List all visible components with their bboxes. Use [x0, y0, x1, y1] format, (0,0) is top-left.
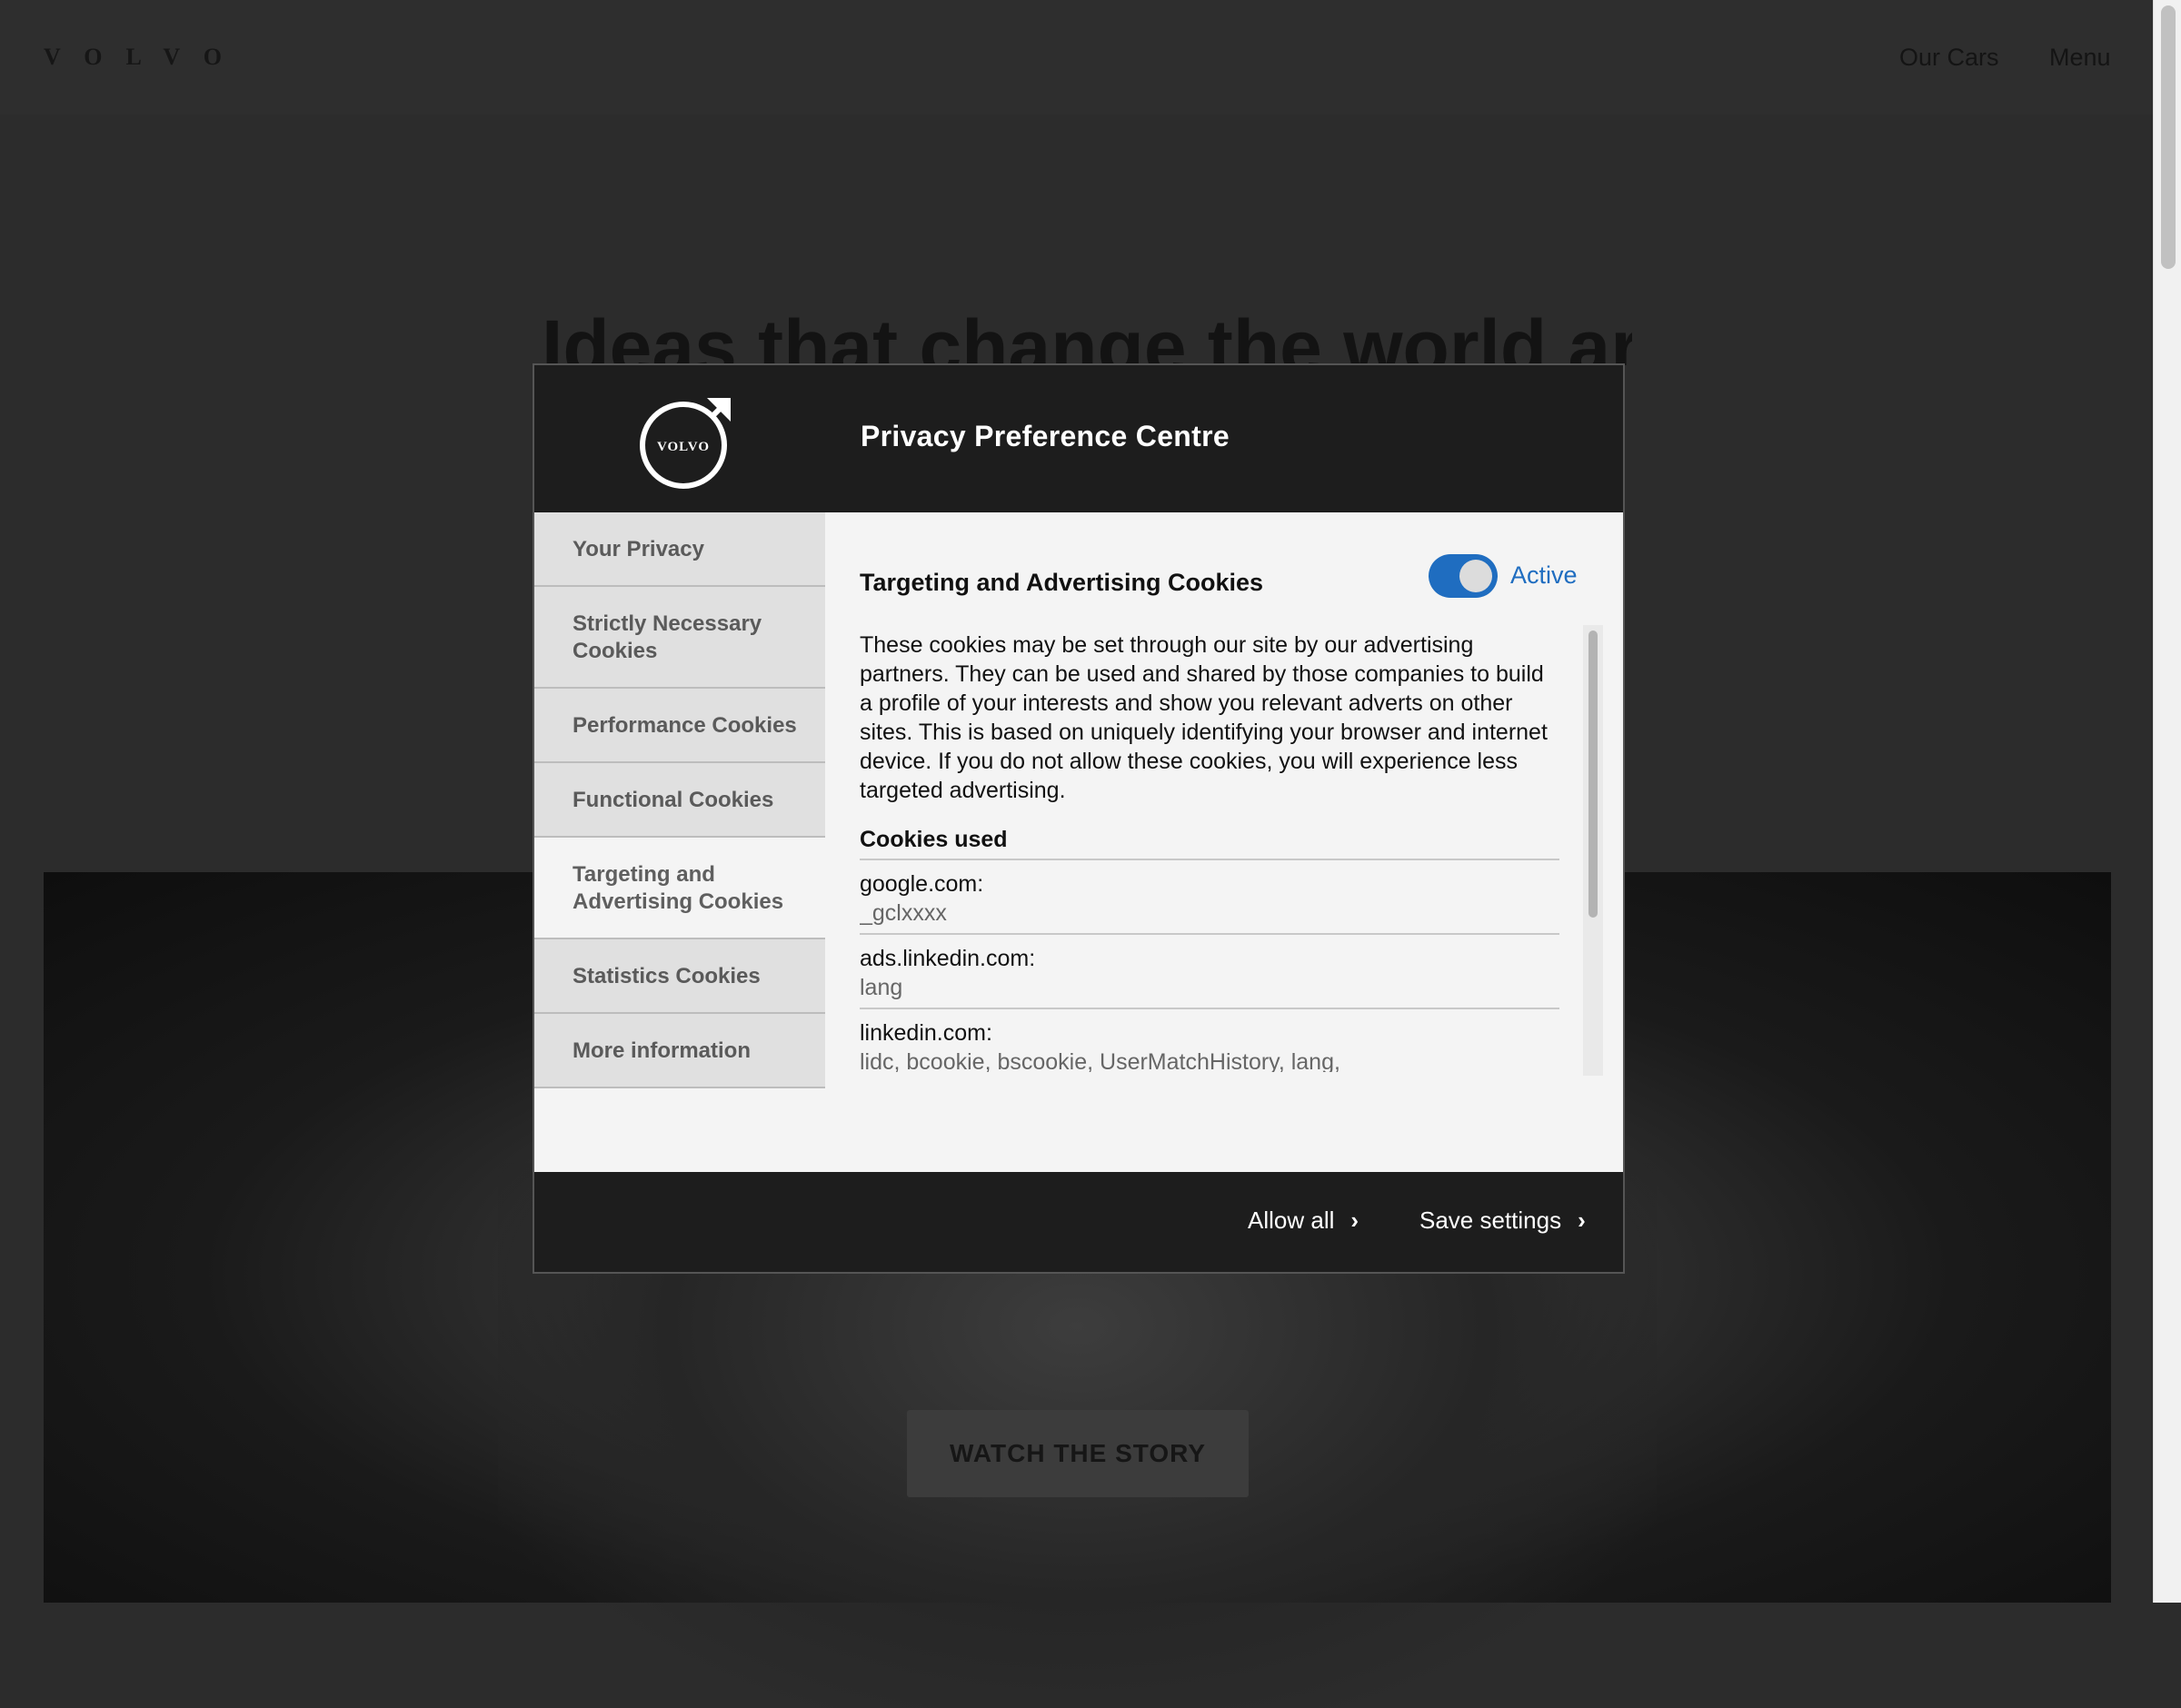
cookie-domain: ads.linkedin.com:: [860, 946, 1036, 971]
active-toggle[interactable]: [1429, 554, 1498, 598]
nav-our-cars[interactable]: Our Cars: [1899, 44, 1999, 72]
tab-targeting-advertising[interactable]: Targeting and Advertising Cookies: [534, 838, 825, 939]
tab-functional[interactable]: Functional Cookies: [534, 763, 825, 838]
cookie-domain: linkedin.com:: [860, 1020, 992, 1046]
category-content: Targeting and Advertising Cookies Active…: [860, 512, 1587, 1148]
chevron-right-icon: ›: [1578, 1207, 1586, 1234]
tab-statistics[interactable]: Statistics Cookies: [534, 939, 825, 1014]
cookie-row: ads.linkedin.com: lang: [860, 935, 1559, 1009]
cookie-names: lang: [860, 975, 903, 1000]
tab-performance[interactable]: Performance Cookies: [534, 689, 825, 763]
tab-your-privacy[interactable]: Your Privacy: [534, 512, 825, 587]
volvo-wordmark[interactable]: VOLVO: [44, 44, 245, 71]
privacy-preference-modal: VOLVO Privacy Preference Centre Your Pri…: [533, 363, 1625, 1274]
tab-more-information[interactable]: More information: [534, 1014, 825, 1088]
tab-strictly-necessary[interactable]: Strictly Necessary Cookies: [534, 587, 825, 689]
cookie-names: lidc, bcookie, bscookie, UserMatchHistor…: [860, 1049, 1340, 1072]
allow-all-label: Allow all: [1248, 1207, 1335, 1234]
cookie-domain: google.com:: [860, 871, 984, 897]
content-title: Targeting and Advertising Cookies: [860, 569, 1264, 596]
toggle-label: Active: [1510, 561, 1578, 589]
content-scroll-area[interactable]: These cookies may be set through our sit…: [860, 623, 1559, 1072]
modal-footer: Allow all › Save settings ›: [534, 1172, 1623, 1272]
volvo-logo-text: VOLVO: [657, 440, 710, 454]
cookie-names: _gclxxxx: [860, 900, 947, 926]
chevron-right-icon: ›: [1350, 1207, 1359, 1234]
nav-menu[interactable]: Menu: [2049, 44, 2111, 72]
content-scrollbar-thumb[interactable]: [1588, 631, 1598, 918]
page-scrollbar[interactable]: [2153, 0, 2181, 1603]
content-scrollbar[interactable]: [1583, 625, 1603, 1076]
watch-story-button[interactable]: WATCH THE STORY: [907, 1410, 1249, 1497]
toggle-knob: [1459, 560, 1492, 592]
category-tabs: Your Privacy Strictly Necessary Cookies …: [534, 512, 825, 1148]
modal-title: Privacy Preference Centre: [861, 420, 1230, 452]
save-settings-button[interactable]: Save settings ›: [1419, 1207, 1586, 1235]
category-description: These cookies may be set through our sit…: [860, 632, 1548, 803]
volvo-logo-icon: VOLVO: [640, 398, 731, 489]
site-header: VOLVO Our Cars Menu: [0, 0, 2154, 114]
modal-header: VOLVO Privacy Preference Centre: [534, 365, 1623, 512]
save-settings-label: Save settings: [1419, 1207, 1562, 1234]
cookie-row: google.com: _gclxxxx: [860, 860, 1559, 935]
page-scrollbar-thumb[interactable]: [2161, 5, 2176, 269]
cookies-used-heading: Cookies used: [860, 827, 1559, 860]
hero-headline: Ideas that change the world are: [542, 304, 1632, 365]
cookie-row: linkedin.com: lidc, bcookie, bscookie, U…: [860, 1009, 1559, 1072]
allow-all-button[interactable]: Allow all ›: [1248, 1207, 1359, 1235]
